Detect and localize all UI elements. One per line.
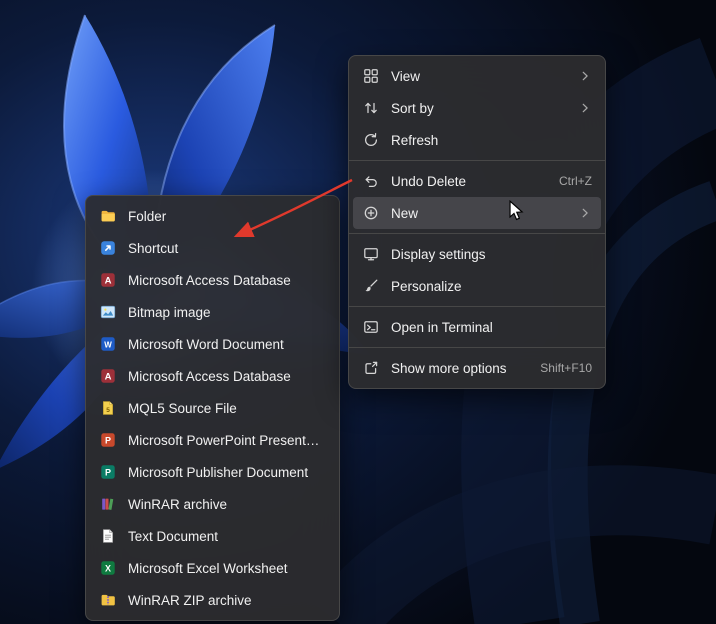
menu-item-microsoft-word-document[interactable]: W Microsoft Word Document	[90, 328, 335, 360]
menu-item-label: Personalize	[391, 279, 592, 294]
svg-text:P: P	[105, 468, 111, 478]
menu-item-microsoft-excel-worksheet[interactable]: X Microsoft Excel Worksheet	[90, 552, 335, 584]
context-menu: View Sort by Refresh Undo Delete Ctrl+Z New Di…	[348, 55, 606, 389]
chevron-right-icon	[578, 69, 592, 83]
svg-text:W: W	[104, 341, 112, 350]
excel-icon: X	[99, 560, 117, 576]
menu-item-label: WinRAR archive	[128, 497, 326, 512]
more-options-icon	[362, 360, 380, 376]
menu-item-label: Microsoft Access Database	[128, 369, 326, 384]
shortcut-hint: Shift+F10	[540, 361, 592, 375]
menu-item-open-in-terminal[interactable]: Open in Terminal	[353, 311, 601, 343]
menu-item-label: New	[391, 206, 564, 221]
svg-text:X: X	[105, 564, 111, 574]
menu-item-refresh[interactable]: Refresh	[353, 124, 601, 156]
access-icon: A	[99, 272, 117, 288]
menu-item-label: Undo Delete	[391, 174, 545, 189]
sort-icon	[362, 100, 380, 116]
menu-item-winrar-archive[interactable]: WinRAR archive	[90, 488, 335, 520]
menu-item-label: Display settings	[391, 247, 592, 262]
folder-icon	[99, 208, 117, 224]
menu-separator	[349, 233, 605, 234]
menu-item-label: Microsoft Word Document	[128, 337, 326, 352]
menu-item-label: View	[391, 69, 564, 84]
chevron-right-icon	[578, 206, 592, 220]
menu-item-label: Sort by	[391, 101, 564, 116]
mql5-icon: 5	[99, 400, 117, 416]
new-plus-icon	[362, 205, 380, 221]
menu-item-label: Refresh	[391, 133, 592, 148]
menu-item-label: Microsoft Access Database	[128, 273, 326, 288]
menu-item-label: Bitmap image	[128, 305, 326, 320]
chevron-right-icon	[578, 101, 592, 115]
menu-item-text-document[interactable]: Text Document	[90, 520, 335, 552]
menu-item-sort-by[interactable]: Sort by	[353, 92, 601, 124]
menu-item-label: WinRAR ZIP archive	[128, 593, 326, 608]
menu-item-shortcut[interactable]: Shortcut	[90, 232, 335, 264]
menu-item-view[interactable]: View	[353, 60, 601, 92]
menu-item-show-more-options[interactable]: Show more options Shift+F10	[353, 352, 601, 384]
svg-text:A: A	[105, 276, 112, 287]
menu-item-label: Microsoft Publisher Document	[128, 465, 326, 480]
shortcut-icon	[99, 240, 117, 256]
publisher-icon: P	[99, 464, 117, 480]
menu-separator	[349, 347, 605, 348]
menu-item-label: Microsoft PowerPoint Presentation	[128, 433, 326, 448]
menu-item-label: Show more options	[391, 361, 526, 376]
menu-item-display-settings[interactable]: Display settings	[353, 238, 601, 270]
zip-icon	[99, 592, 117, 608]
menu-item-label: Open in Terminal	[391, 320, 592, 335]
word-icon: W	[99, 336, 117, 352]
menu-item-undo-delete[interactable]: Undo Delete Ctrl+Z	[353, 165, 601, 197]
desktop: Folder Shortcut A Microsoft Access Database…	[0, 0, 716, 624]
menu-item-winrar-zip-archive[interactable]: WinRAR ZIP archive	[90, 584, 335, 616]
bitmap-icon	[99, 304, 117, 320]
shortcut-hint: Ctrl+Z	[559, 174, 592, 188]
svg-text:P: P	[105, 436, 111, 446]
menu-separator	[349, 306, 605, 307]
menu-item-label: Shortcut	[128, 241, 326, 256]
menu-item-personalize[interactable]: Personalize	[353, 270, 601, 302]
menu-item-bitmap-image[interactable]: Bitmap image	[90, 296, 335, 328]
svg-text:A: A	[105, 372, 112, 383]
menu-item-microsoft-access-database[interactable]: A Microsoft Access Database	[90, 360, 335, 392]
menu-item-microsoft-access-database[interactable]: A Microsoft Access Database	[90, 264, 335, 296]
menu-item-new[interactable]: New	[353, 197, 601, 229]
menu-item-label: Folder	[128, 209, 326, 224]
text-icon	[99, 528, 117, 544]
refresh-icon	[362, 132, 380, 148]
new-submenu: Folder Shortcut A Microsoft Access Database…	[85, 195, 340, 621]
winrar-icon	[99, 496, 117, 512]
display-settings-icon	[362, 246, 380, 262]
menu-item-folder[interactable]: Folder	[90, 200, 335, 232]
menu-item-mql5-source-file[interactable]: 5 MQL5 Source File	[90, 392, 335, 424]
menu-item-label: MQL5 Source File	[128, 401, 326, 416]
menu-item-label: Text Document	[128, 529, 326, 544]
menu-item-label: Microsoft Excel Worksheet	[128, 561, 326, 576]
undo-icon	[362, 173, 380, 189]
access-icon: A	[99, 368, 117, 384]
terminal-icon	[362, 319, 380, 335]
personalize-icon	[362, 278, 380, 294]
view-grid-icon	[362, 68, 380, 84]
svg-text:5: 5	[106, 407, 110, 414]
powerpoint-icon: P	[99, 432, 117, 448]
menu-item-microsoft-publisher-document[interactable]: P Microsoft Publisher Document	[90, 456, 335, 488]
menu-item-microsoft-powerpoint-presentation[interactable]: P Microsoft PowerPoint Presentation	[90, 424, 335, 456]
menu-separator	[349, 160, 605, 161]
